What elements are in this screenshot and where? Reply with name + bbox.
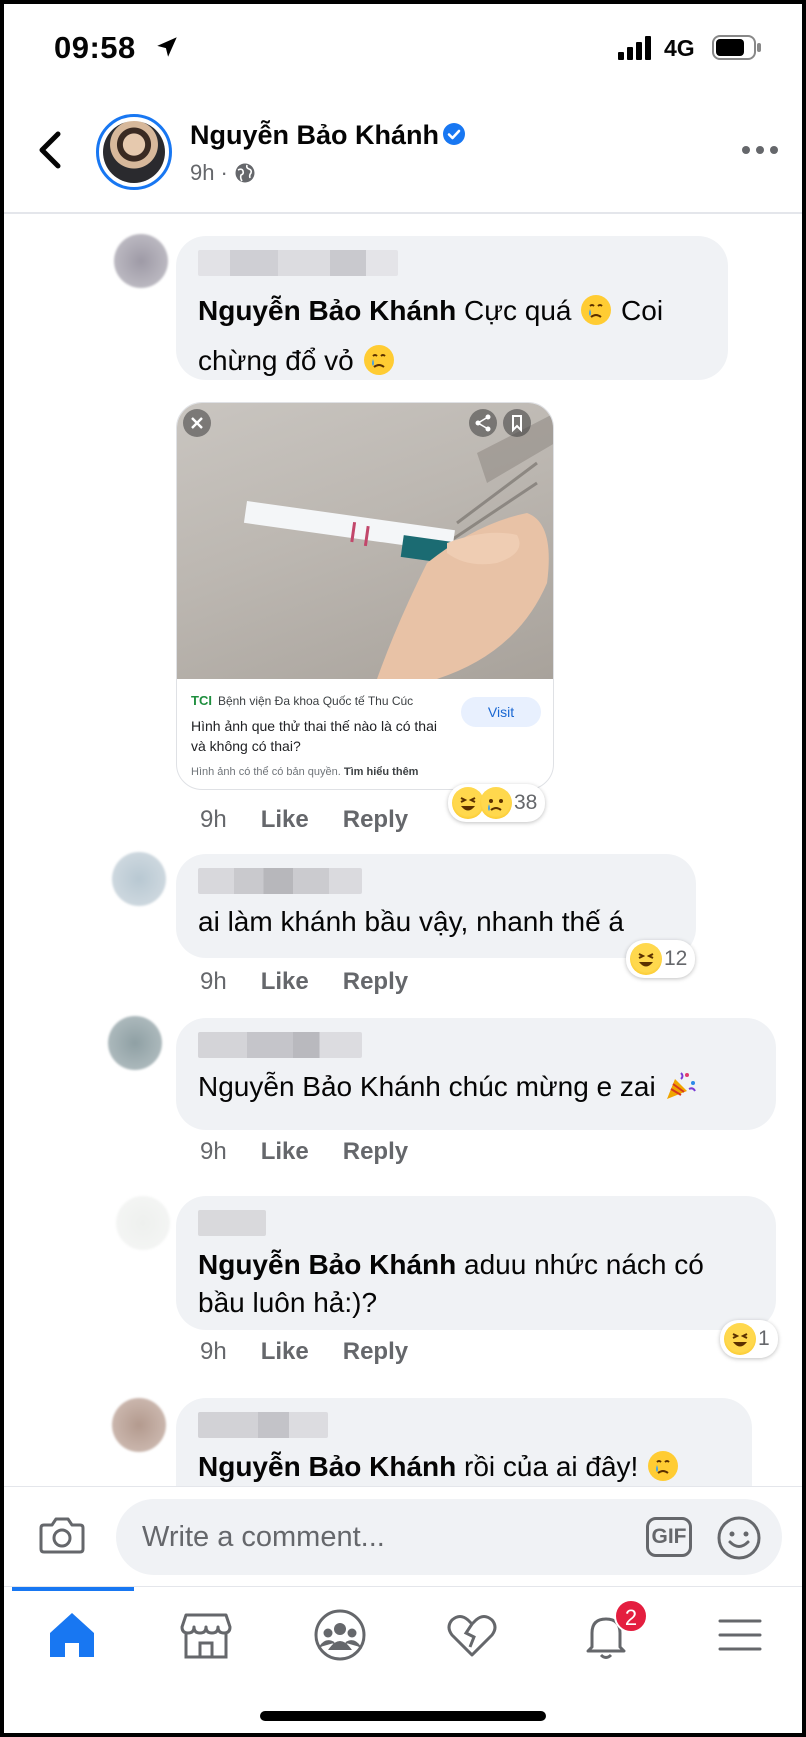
comment-mention[interactable]: Nguyễn Bảo Khánh bbox=[198, 295, 456, 326]
commenter-avatar[interactable] bbox=[116, 1196, 170, 1250]
comment-actions: 9h Like Reply bbox=[200, 968, 408, 996]
close-card-button[interactable] bbox=[183, 409, 211, 437]
comment-bubble[interactable]: Nguyễn Bảo Khánh rồi của ai đây! bbox=[176, 1398, 752, 1486]
reaction-summary[interactable]: 12 bbox=[626, 940, 696, 978]
share-card-button[interactable] bbox=[469, 409, 497, 437]
camera-icon[interactable] bbox=[38, 1513, 86, 1557]
reaction-count: 12 bbox=[664, 947, 688, 970]
comment-time: 9h bbox=[200, 968, 227, 995]
verified-badge-icon bbox=[443, 123, 465, 145]
sad-reaction-icon bbox=[480, 787, 512, 819]
like-button[interactable]: Like bbox=[261, 968, 309, 996]
reaction-summary[interactable]: 38 bbox=[448, 784, 546, 822]
learn-more-link[interactable]: Tìm hiểu thêm bbox=[344, 766, 419, 778]
globe-icon bbox=[235, 163, 255, 183]
blurred-commenter-name bbox=[198, 1412, 328, 1438]
post-time: 9h bbox=[190, 160, 215, 185]
back-arrow-icon[interactable] bbox=[32, 128, 72, 172]
status-bar: 09:58 4G bbox=[4, 4, 802, 90]
haha-reaction-icon bbox=[630, 943, 662, 975]
home-indicator bbox=[260, 1711, 546, 1721]
comment-time: 9h bbox=[200, 806, 227, 833]
close-icon bbox=[191, 417, 203, 429]
groups-icon[interactable] bbox=[312, 1607, 368, 1663]
comment-actions: 9h Like Reply bbox=[200, 806, 408, 834]
menu-icon[interactable] bbox=[712, 1607, 768, 1663]
comment-actions: 9h Like Reply bbox=[200, 1138, 408, 1166]
emoji-icon[interactable] bbox=[716, 1515, 762, 1561]
blurred-commenter-name bbox=[198, 868, 362, 894]
comment-bubble[interactable]: Nguyễn Bảo Khánh chúc mừng e zai bbox=[176, 1018, 776, 1130]
meta-separator: · bbox=[220, 160, 228, 185]
comment-text: Nguyễn Bảo Khánh aduu nhức nách có bầu l… bbox=[198, 1249, 704, 1318]
reaction-summary[interactable]: 1 bbox=[720, 1320, 778, 1358]
bookmark-icon bbox=[512, 415, 522, 433]
comments-feed[interactable]: Nguyễn Bảo Khánh Cực quá Coi chừng đổ vỏ bbox=[4, 216, 802, 1486]
app-frame: 09:58 4G Nguyễn Bảo Khánh 9h · Nguyễn Bả… bbox=[4, 4, 802, 1733]
reaction-count: 38 bbox=[514, 791, 538, 814]
card-footer: Hình ảnh có thể có bản quyền. Tìm hiểu t… bbox=[191, 766, 419, 778]
blurred-commenter-name bbox=[198, 1032, 362, 1058]
share-icon bbox=[475, 414, 491, 432]
comment-text: Nguyễn Bảo Khánh Cực quá Coi chừng đổ vỏ bbox=[198, 295, 664, 376]
like-button[interactable]: Like bbox=[261, 1338, 309, 1366]
post-meta: 9h · bbox=[190, 160, 256, 186]
location-arrow-icon bbox=[157, 37, 177, 57]
status-time: 09:58 bbox=[54, 30, 136, 65]
comment-text: Nguyễn Bảo Khánh chúc mừng e zai bbox=[198, 1068, 754, 1106]
source-logo: TCI bbox=[191, 693, 212, 708]
party-popper-icon bbox=[667, 1072, 697, 1099]
comment-bubble[interactable]: Nguyễn Bảo Khánh Cực quá Coi chừng đổ vỏ bbox=[176, 236, 728, 380]
comment-time: 9h bbox=[200, 1138, 227, 1165]
post-header: Nguyễn Bảo Khánh 9h · bbox=[4, 90, 802, 214]
commenter-avatar[interactable] bbox=[112, 852, 166, 906]
bottom-tab-bar: 2 bbox=[4, 1586, 802, 1733]
comment-bubble[interactable]: ai làm khánh bầu vậy, nhanh thế á bbox=[176, 854, 696, 958]
comment-placeholder: Write a comment... bbox=[142, 1521, 385, 1553]
like-button[interactable]: Like bbox=[261, 806, 309, 834]
comment-text: ai làm khánh bầu vậy, nhanh thế á bbox=[198, 906, 625, 937]
blurred-commenter-name bbox=[198, 1210, 266, 1236]
cellular-signal-icon bbox=[618, 36, 651, 60]
card-title[interactable]: Hình ảnh que thử thai thế nào là có thai… bbox=[191, 716, 441, 756]
reply-button[interactable]: Reply bbox=[343, 968, 408, 996]
crying-face-icon bbox=[648, 1451, 679, 1481]
comment-composer: Write a comment... GIF bbox=[4, 1486, 802, 1586]
network-type: 4G bbox=[664, 35, 695, 61]
battery-icon bbox=[712, 35, 761, 60]
commenter-avatar[interactable] bbox=[112, 1398, 166, 1452]
reply-button[interactable]: Reply bbox=[343, 806, 408, 834]
home-icon[interactable] bbox=[44, 1607, 100, 1663]
reply-button[interactable]: Reply bbox=[343, 1138, 408, 1166]
comment-actions: 9h Like Reply bbox=[200, 1338, 408, 1366]
comment-input[interactable]: Write a comment... GIF bbox=[116, 1499, 782, 1575]
comment-time: 9h bbox=[200, 1338, 227, 1365]
commenter-avatar[interactable] bbox=[114, 234, 168, 288]
comment-text: Nguyễn Bảo Khánh rồi của ai đây! bbox=[198, 1448, 730, 1486]
visit-button[interactable]: Visit bbox=[461, 697, 541, 727]
reply-button[interactable]: Reply bbox=[343, 1338, 408, 1366]
reaction-count: 1 bbox=[758, 1327, 770, 1350]
marketplace-icon[interactable] bbox=[178, 1607, 234, 1663]
gif-button[interactable]: GIF bbox=[646, 1517, 692, 1557]
author-avatar[interactable] bbox=[96, 114, 172, 190]
active-tab-indicator bbox=[12, 1587, 134, 1591]
author-name[interactable]: Nguyễn Bảo Khánh bbox=[190, 120, 439, 151]
bookmark-card-button[interactable] bbox=[503, 409, 531, 437]
crying-face-icon bbox=[363, 345, 394, 375]
blurred-commenter-name bbox=[198, 250, 398, 276]
photo-illustration bbox=[243, 414, 553, 679]
notification-badge: 2 bbox=[614, 1599, 648, 1633]
commenter-avatar[interactable] bbox=[108, 1016, 162, 1070]
comment-bubble[interactable]: Nguyễn Bảo Khánh aduu nhức nách có bầu l… bbox=[176, 1196, 776, 1330]
more-options-icon[interactable] bbox=[740, 142, 780, 158]
search-result-card[interactable]: TCI Bệnh viện Đa khoa Quốc tế Thu Cúc Hìn… bbox=[176, 402, 554, 790]
dating-heart-icon[interactable] bbox=[444, 1607, 500, 1663]
crying-face-icon bbox=[581, 295, 612, 325]
card-info: TCI Bệnh viện Đa khoa Quốc tế Thu Cúc Hìn… bbox=[177, 679, 553, 789]
avatar-image bbox=[103, 121, 165, 183]
pregnancy-test-photo[interactable] bbox=[177, 403, 553, 679]
like-button[interactable]: Like bbox=[261, 1138, 309, 1166]
haha-reaction-icon bbox=[724, 1323, 756, 1355]
